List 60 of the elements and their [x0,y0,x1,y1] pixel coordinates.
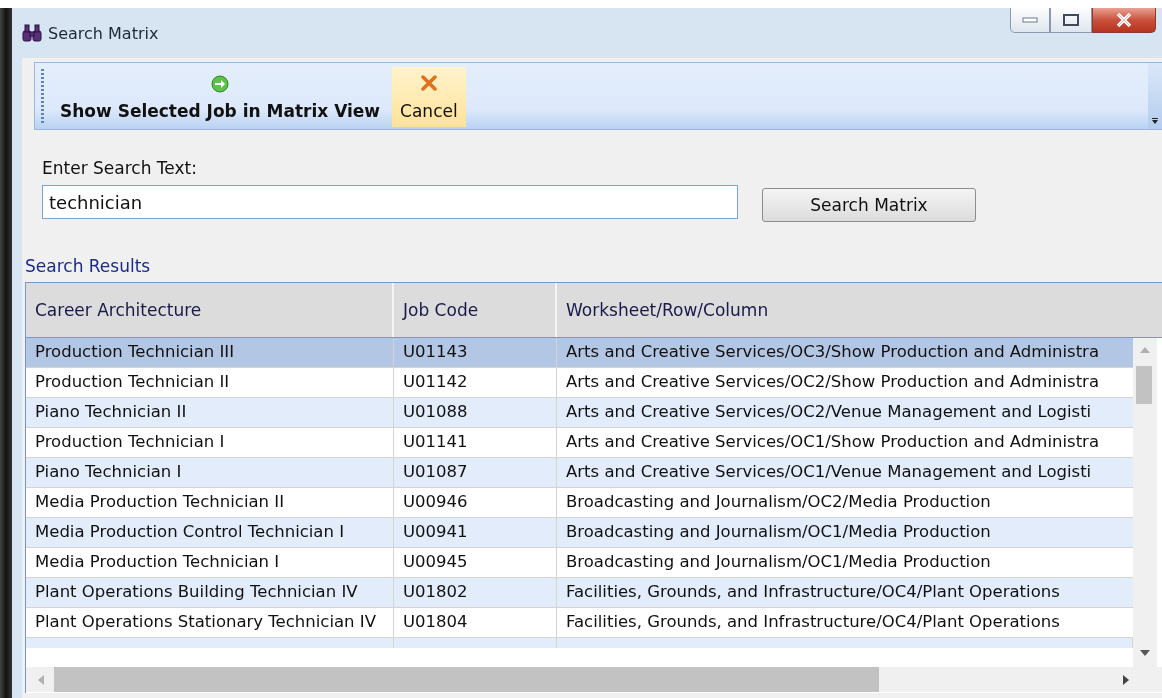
table-cell-text: Facilities, Grounds, and Infrastructure/OC4/Plant Operations [565,611,1061,633]
table-cell: Media Production Control Technician I [26,518,394,547]
overflow-chevron-icon[interactable] [1151,117,1159,125]
close-icon [1116,13,1132,27]
table-cell-text: Arts and Creative Services/OC3/Show Production and Administra [565,341,1100,363]
table-cell: U01142 [394,368,557,397]
minimize-icon [1022,17,1038,23]
table-cell-text: Broadcasting and Journalism/OC2/Media Production [565,491,992,513]
table-cell: Piano Technician I [26,458,394,487]
show-in-matrix-button[interactable]: Show Selected Job in Matrix View [48,67,393,127]
close-button[interactable] [1092,8,1156,33]
scroll-up-icon[interactable] [1140,346,1150,353]
table-cell: Piano Technician II [26,398,394,427]
table-cell: Plant Operations Stationary Technician IV [26,608,394,637]
horizontal-scrollbar[interactable] [26,667,1162,692]
cancel-button[interactable]: Cancel [392,67,466,127]
table-cell: U01802 [394,578,557,607]
table-cell: U01141 [394,428,557,457]
table-cell-text: Arts and Creative Services/OC1/Show Production and Administra [565,431,1100,453]
binoculars-icon [22,24,42,42]
search-matrix-button[interactable]: Search Matrix [762,188,976,222]
search-label: Enter Search Text: [42,158,197,178]
table-cell: Production Technician II [26,368,394,397]
maximize-icon [1063,14,1079,26]
scroll-left-icon[interactable] [36,674,44,685]
result-row[interactable]: Media Production Control Technician I U00941 Broadcasting and Journalism/OC1/Media Production [26,518,1133,548]
maximize-button[interactable] [1050,8,1092,33]
result-row[interactable]: Production Technician III U01143 Arts and Creative Services/OC3/Show Production and Administra [26,338,1133,368]
table-cell: Production Technician III [26,338,394,367]
worksheet-header[interactable]: Worksheet/Row/Column [557,283,1162,337]
table-cell-text: Facilities, Grounds, and Infrastructure/OC4/Plant Operations [565,581,1061,603]
results-heading: Search Results [25,256,151,276]
window-title: Search Matrix [48,23,159,43]
search-field[interactable]: technician [42,185,738,219]
scroll-down-icon[interactable] [1140,650,1150,657]
result-row[interactable]: Plant Operations Building Technician IV U01802 Facilities, Grounds, and Infrastructure/OC4/Plant Operations [26,578,1133,608]
table-cell: Media Production Technician II [26,488,394,517]
table-cell: Production Technician I [26,428,394,457]
table-cell: U01143 [394,338,557,367]
cancel-icon [420,75,437,91]
result-row[interactable]: Piano Technician I U01087 Arts and Creative Services/OC1/Venue Management and Logisti [26,458,1133,488]
scroll-right-icon[interactable] [1123,674,1130,685]
table-cell: U00945 [394,548,557,577]
scrollbar-thumb[interactable] [1136,366,1152,404]
result-row[interactable]: Piano Technician II U01088 Arts and Creative Services/OC2/Venue Management and Logisti [26,398,1133,428]
table-cell: Plant Operations Building Technician IV [26,578,394,607]
table-cell-text: Arts and Creative Services/OC2/Venue Management and Logisti [565,401,1093,423]
table-cell-text: Arts and Creative Services/OC1/Venue Management and Logisti [565,461,1093,483]
table-cell-text: Arts and Creative Services/OC2/Show Production and Administra [565,371,1100,393]
table-cell-text: Broadcasting and Journalism/OC1/Media Production [565,521,992,543]
vertical-scrollbar[interactable] [1133,338,1157,667]
table-cell-text: Broadcasting and Journalism/OC1/Media Production [565,551,992,573]
table-cell: U01087 [394,458,557,487]
table-cell: U01804 [394,608,557,637]
arrow-circle-icon [211,75,230,93]
table-cell: U00946 [394,488,557,517]
scrollbar-thumb[interactable] [54,667,879,692]
table-cell: Media Production Technician I [26,548,394,577]
table-cell: U01088 [394,398,557,427]
table-cell: U00941 [394,518,557,547]
